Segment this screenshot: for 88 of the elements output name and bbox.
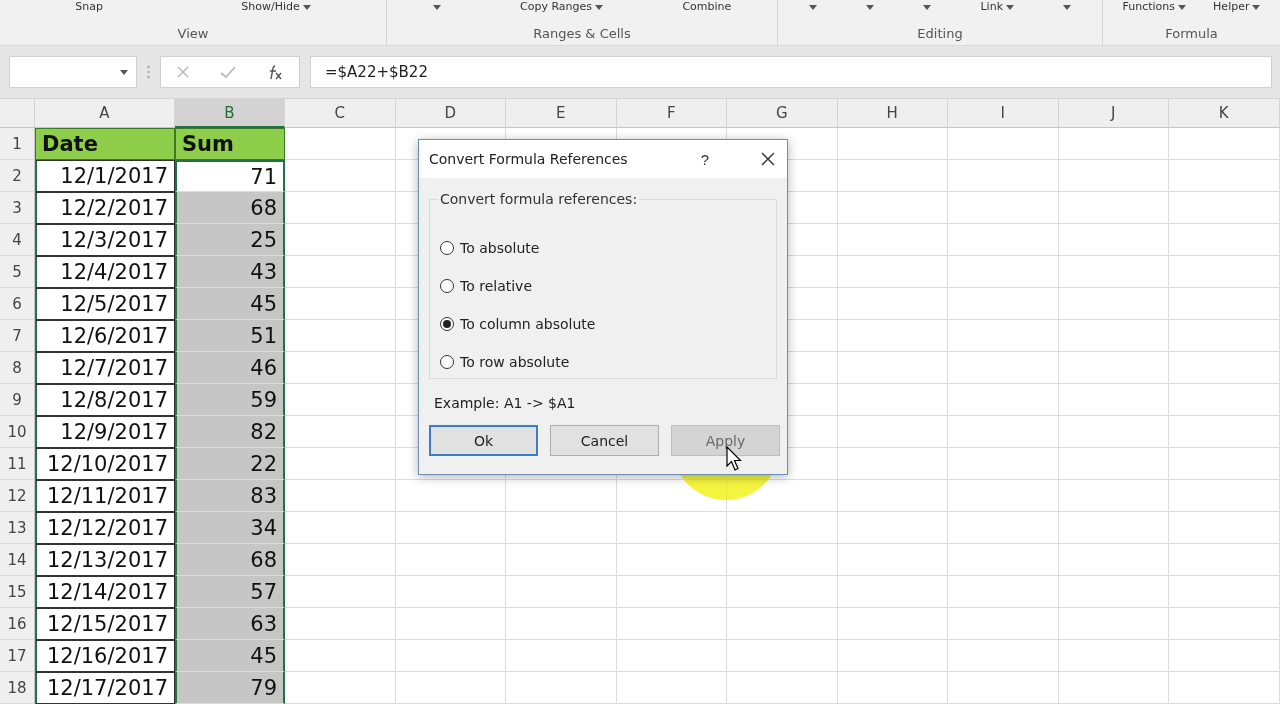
dropdown-button[interactable] bbox=[430, 4, 443, 10]
row-header[interactable]: 11 bbox=[0, 448, 35, 480]
column-header[interactable]: A bbox=[35, 99, 175, 128]
ribbon-button[interactable]: Link bbox=[978, 1, 1016, 13]
caret-icon bbox=[923, 4, 932, 10]
row-header[interactable]: 18 bbox=[0, 672, 35, 704]
ribbon-button[interactable]: Snap bbox=[73, 1, 105, 13]
column-header[interactable]: J bbox=[1058, 99, 1169, 128]
row-header[interactable]: 1 bbox=[0, 128, 35, 160]
grip-icon bbox=[147, 65, 150, 79]
sum-cell: 83 bbox=[175, 480, 285, 512]
ribbon-button[interactable]: Copy Ranges bbox=[518, 1, 606, 13]
row-header[interactable]: 13 bbox=[0, 512, 35, 544]
caret-icon bbox=[865, 4, 874, 10]
row-header[interactable]: 9 bbox=[0, 384, 35, 416]
column-header[interactable]: H bbox=[837, 99, 948, 128]
sum-cell: 22 bbox=[175, 448, 285, 480]
row-header[interactable]: 17 bbox=[0, 640, 35, 672]
sum-cell: 34 bbox=[175, 512, 285, 544]
caret-icon bbox=[1006, 4, 1014, 10]
dropdown-button[interactable] bbox=[863, 4, 876, 10]
column-header[interactable]: K bbox=[1169, 99, 1280, 128]
caret-icon bbox=[302, 4, 311, 10]
caret-icon bbox=[120, 69, 128, 75]
ribbon-group-label: View bbox=[176, 26, 210, 41]
caret-icon bbox=[1178, 4, 1187, 10]
ribbon-button[interactable]: Show/Hide bbox=[239, 1, 313, 13]
column-header[interactable]: E bbox=[506, 99, 617, 128]
row-header[interactable]: 12 bbox=[0, 480, 35, 512]
ribbon-group-label: Editing bbox=[916, 26, 964, 41]
dropdown-button[interactable] bbox=[921, 4, 934, 10]
sum-cell: 63 bbox=[175, 608, 285, 640]
formula-field[interactable]: =$A22+$B22 bbox=[310, 56, 1272, 88]
caret-icon bbox=[1063, 4, 1072, 10]
sum-cell: 43 bbox=[175, 256, 285, 288]
dropdown-button[interactable] bbox=[806, 4, 819, 10]
caret-icon bbox=[1252, 4, 1261, 10]
row-header[interactable]: 4 bbox=[0, 224, 35, 256]
sum-cell: 25 bbox=[175, 224, 285, 256]
row-header[interactable]: 8 bbox=[0, 352, 35, 384]
header-cell: Date bbox=[35, 128, 175, 160]
sum-cell: 82 bbox=[175, 416, 285, 448]
dialog-title: Convert Formula References bbox=[429, 151, 629, 167]
help-button[interactable]: ? bbox=[700, 140, 709, 178]
sum-cell: 57 bbox=[175, 576, 285, 608]
dialog-button[interactable]: Cancel bbox=[550, 425, 659, 456]
ribbon-button[interactable]: Combine bbox=[680, 1, 734, 13]
sum-cell: 71 bbox=[175, 160, 285, 192]
column-header[interactable]: D bbox=[395, 99, 506, 128]
ribbon-group-label: Formula bbox=[1164, 26, 1219, 41]
radio-option[interactable]: To absolute bbox=[440, 238, 776, 258]
radio-option[interactable]: To column absolute bbox=[440, 314, 776, 334]
row-header[interactable]: 3 bbox=[0, 192, 35, 224]
caret-icon bbox=[808, 4, 817, 10]
sum-cell: 46 bbox=[175, 352, 285, 384]
sum-cell: 79 bbox=[175, 672, 285, 704]
radio-option[interactable]: To row absolute bbox=[440, 352, 776, 372]
column-header[interactable]: I bbox=[948, 99, 1059, 128]
header-cell: Sum bbox=[175, 128, 285, 160]
dialog-button[interactable]: Ok bbox=[429, 425, 538, 456]
column-header[interactable]: C bbox=[285, 99, 396, 128]
column-header[interactable]: F bbox=[616, 99, 727, 128]
check-icon[interactable] bbox=[220, 65, 236, 79]
row-header[interactable]: 5 bbox=[0, 256, 35, 288]
column-header[interactable]: B bbox=[175, 99, 285, 128]
dropdown-button[interactable] bbox=[1061, 4, 1074, 10]
row-header[interactable]: 2 bbox=[0, 160, 35, 192]
row-header[interactable]: 16 bbox=[0, 608, 35, 640]
ribbon-button[interactable]: Functions bbox=[1120, 1, 1189, 13]
ribbon-group-label: Ranges & Cells bbox=[532, 26, 632, 41]
sum-cell: 51 bbox=[175, 320, 285, 352]
ribbon-button[interactable]: Helper bbox=[1211, 1, 1263, 13]
column-header[interactable]: G bbox=[727, 99, 838, 128]
sum-cell: 68 bbox=[175, 544, 285, 576]
sum-cell: 45 bbox=[175, 288, 285, 320]
row-header[interactable]: 14 bbox=[0, 544, 35, 576]
row-header[interactable]: 10 bbox=[0, 416, 35, 448]
sum-cell: 68 bbox=[175, 192, 285, 224]
caret-icon bbox=[432, 4, 441, 10]
radio-option[interactable]: To relative bbox=[440, 276, 776, 296]
row-header[interactable]: 6 bbox=[0, 288, 35, 320]
group-label: Convert formula references: bbox=[438, 191, 640, 207]
caret-icon bbox=[595, 4, 604, 10]
row-header[interactable]: 7 bbox=[0, 320, 35, 352]
row-header[interactable]: 15 bbox=[0, 576, 35, 608]
example-text: Example: A1 -> $A1 bbox=[434, 395, 577, 411]
sum-cell: 45 bbox=[175, 640, 285, 672]
sum-cell: 59 bbox=[175, 384, 285, 416]
